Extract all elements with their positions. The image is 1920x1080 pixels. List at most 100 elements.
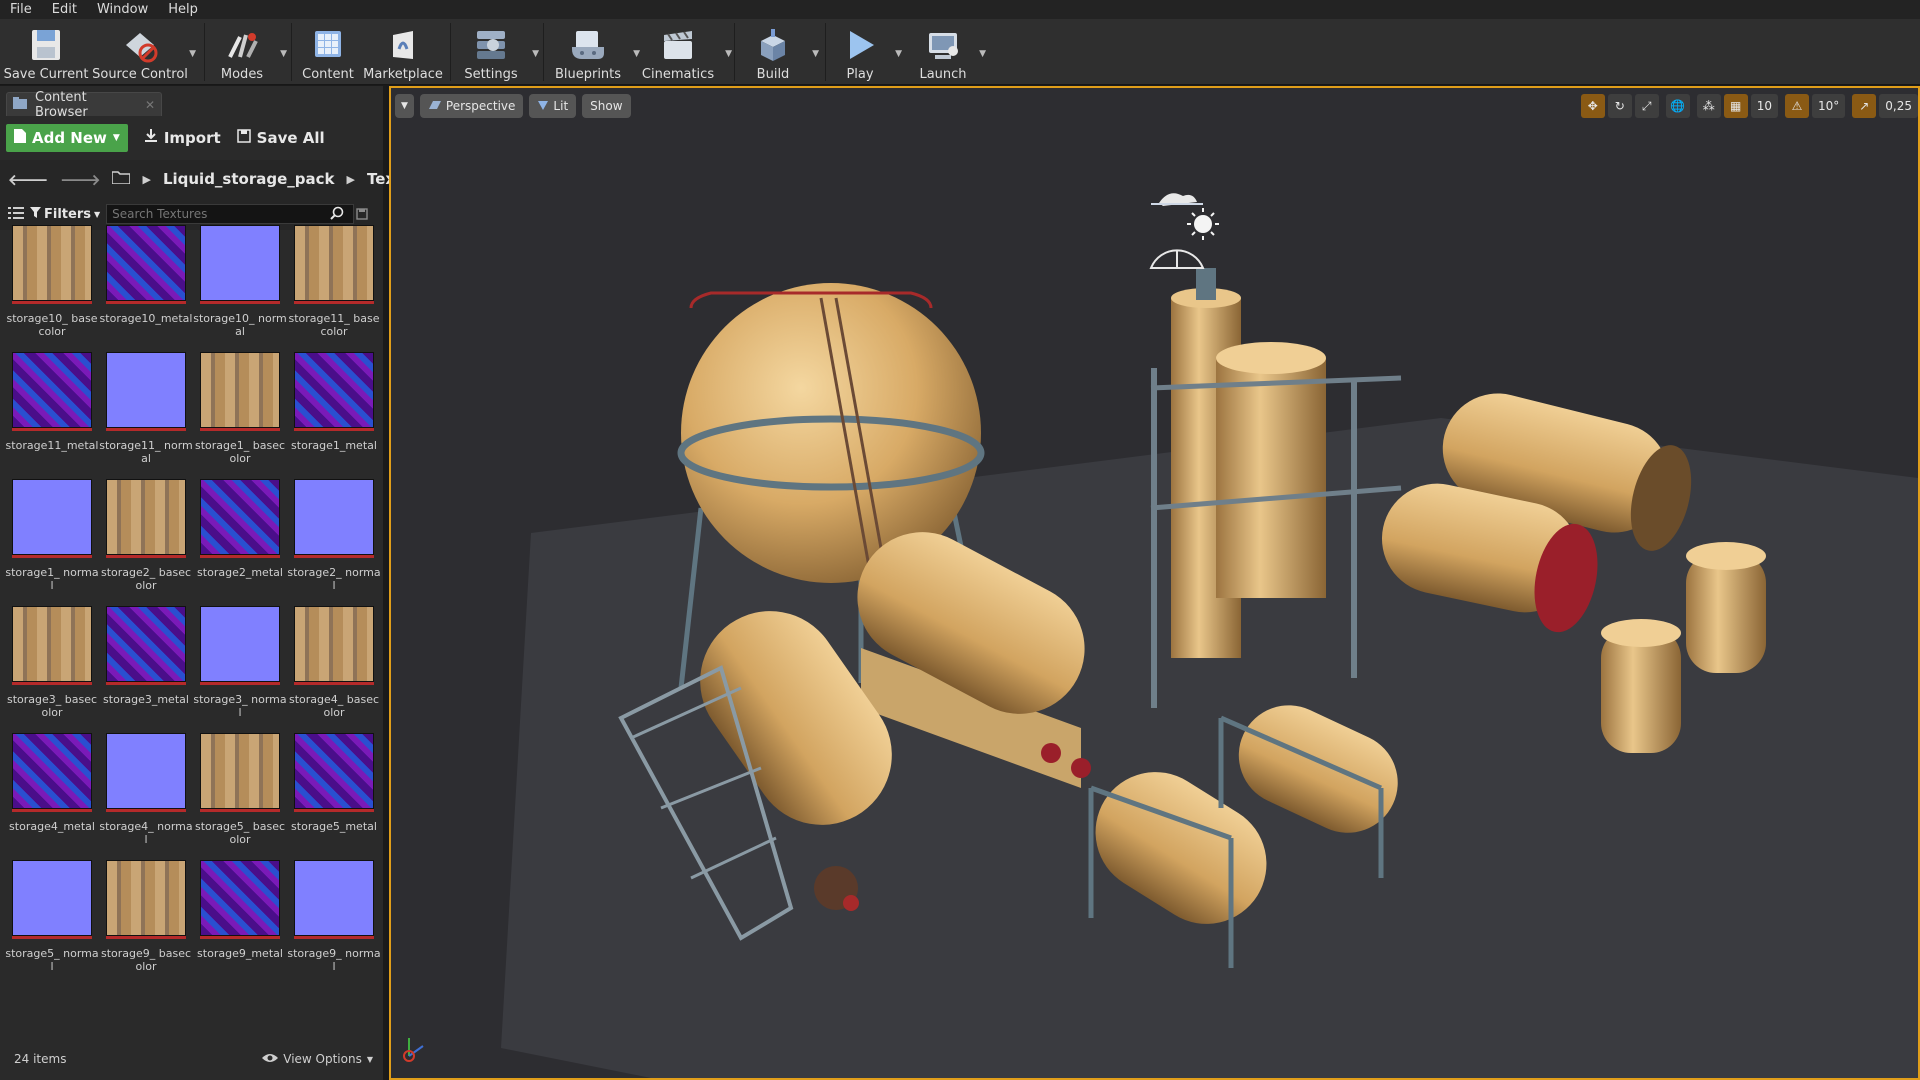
- chevron-down-icon[interactable]: ▼: [979, 49, 986, 59]
- tab-content-browser[interactable]: Content Browser ✕: [6, 90, 162, 120]
- lit-button[interactable]: Lit: [529, 94, 577, 118]
- viewport-toolbar-left: ▼ Perspective Lit Show: [395, 94, 631, 118]
- asset-tile[interactable]: storage3_metal: [98, 603, 192, 730]
- folder-icon: [13, 96, 27, 113]
- chevron-down-icon[interactable]: ▼: [812, 49, 819, 59]
- asset-tile[interactable]: storage5_ normal: [4, 857, 99, 984]
- rotation-snap-value[interactable]: 10°: [1812, 94, 1846, 118]
- menu-file[interactable]: File: [0, 2, 42, 17]
- asset-tile[interactable]: storage2_ normal: [286, 476, 381, 603]
- build-button[interactable]: Build ▼: [735, 19, 819, 85]
- grid-snap-icon[interactable]: ▦: [1723, 94, 1748, 118]
- scale-tool-icon[interactable]: ⤢: [1634, 94, 1659, 118]
- scale-snap-value[interactable]: 0,25: [1879, 94, 1918, 118]
- chevron-down-icon[interactable]: ▼: [895, 49, 902, 59]
- asset-tile[interactable]: storage5_ basecolor: [192, 730, 286, 857]
- sources-panel-toggle-icon[interactable]: [8, 205, 24, 224]
- view-options-button[interactable]: View Options ▼: [262, 1052, 373, 1066]
- grid-snap-value[interactable]: 10: [1750, 94, 1778, 118]
- breadcrumb-item-liquid-storage-pack[interactable]: Liquid_storage_pack: [163, 170, 335, 188]
- import-button[interactable]: Import: [144, 129, 221, 147]
- asset-type-bar: [200, 682, 280, 685]
- perspective-button[interactable]: Perspective: [419, 94, 524, 118]
- small-vertical-tank-mid[interactable]: [1601, 619, 1681, 753]
- asset-tile[interactable]: storage4_ normal: [98, 730, 193, 857]
- asset-tile[interactable]: storage10_ normal: [192, 222, 287, 349]
- small-vertical-tank-right[interactable]: [1686, 542, 1766, 673]
- asset-tile[interactable]: storage2_metal: [192, 476, 286, 603]
- asset-tile[interactable]: storage3_ basecolor: [4, 603, 98, 730]
- launch-button[interactable]: Launch ▼: [908, 19, 986, 85]
- cinematics-button[interactable]: Cinematics ▼: [632, 19, 732, 85]
- sky-light-icon[interactable]: [1151, 193, 1203, 206]
- asset-name: storage4_metal: [9, 820, 95, 833]
- asset-tile[interactable]: storage9_ normal: [286, 857, 381, 984]
- filters-button[interactable]: Filters ▼: [30, 206, 100, 222]
- menu-help[interactable]: Help: [158, 2, 208, 17]
- asset-tile[interactable]: storage3_ normal: [192, 603, 287, 730]
- lit-label: Lit: [553, 99, 569, 113]
- asset-type-bar: [294, 682, 374, 685]
- asset-name: storage9_ basecolor: [100, 947, 192, 973]
- texture-thumbnail: [294, 479, 374, 555]
- chevron-down-icon[interactable]: ▼: [189, 49, 196, 59]
- search-input[interactable]: [106, 204, 355, 224]
- asset-tile[interactable]: storage9_ basecolor: [98, 857, 192, 984]
- rotate-tool-icon[interactable]: ↻: [1607, 94, 1632, 118]
- asset-tile[interactable]: storage4_metal: [4, 730, 98, 857]
- asset-name: storage9_ normal: [287, 947, 381, 973]
- marketplace-button[interactable]: Marketplace: [363, 19, 443, 85]
- rotation-snap-icon[interactable]: ⚠: [1785, 94, 1809, 118]
- surface-snap-icon[interactable]: ⁂: [1696, 94, 1721, 118]
- perspective-label: Perspective: [445, 99, 516, 113]
- asset-tile[interactable]: storage10_metal: [98, 222, 192, 349]
- asset-tile[interactable]: storage11_ normal: [98, 349, 193, 476]
- show-button[interactable]: Show: [582, 94, 631, 118]
- marketplace-icon: [383, 25, 423, 65]
- save-search-icon[interactable]: [356, 205, 368, 224]
- asset-tile[interactable]: storage4_ basecolor: [286, 603, 380, 730]
- asset-tile[interactable]: storage1_metal: [286, 349, 380, 476]
- chevron-down-icon[interactable]: ▼: [532, 49, 539, 59]
- source-control-button[interactable]: Source Control ▼: [92, 19, 196, 85]
- world-space-icon[interactable]: 🌐: [1665, 94, 1690, 118]
- translate-tool-icon[interactable]: ✥: [1580, 94, 1605, 118]
- viewport-scene[interactable]: [391, 88, 1918, 1078]
- asset-name: storage9_metal: [197, 947, 283, 960]
- asset-type-bar: [12, 809, 92, 812]
- back-arrow-icon[interactable]: 🡐: [8, 170, 48, 189]
- chevron-down-icon[interactable]: ▼: [725, 49, 732, 59]
- folder-icon[interactable]: [111, 170, 132, 188]
- asset-tile[interactable]: storage11_metal: [4, 349, 98, 476]
- chevron-down-icon[interactable]: ▼: [280, 49, 287, 59]
- forward-arrow-icon[interactable]: 🡒: [60, 170, 100, 189]
- source-control-icon: [120, 25, 160, 65]
- menu-window[interactable]: Window: [87, 2, 158, 17]
- search-icon[interactable]: [330, 205, 344, 224]
- viewport-options-button[interactable]: ▼: [395, 94, 414, 118]
- level-viewport[interactable]: ▼ Perspective Lit Show ✥ ↻ ⤢ 🌐 ⁂ ▦ 10 ⚠ …: [389, 86, 1920, 1080]
- settings-button[interactable]: Settings ▼: [451, 19, 539, 85]
- add-new-button[interactable]: Add New ▼: [6, 124, 128, 152]
- content-button[interactable]: Content: [292, 19, 364, 85]
- menu-edit[interactable]: Edit: [42, 2, 87, 17]
- texture-thumbnail: [294, 733, 374, 809]
- asset-tile[interactable]: storage10_ basecolor: [4, 222, 98, 349]
- asset-type-bar: [12, 555, 92, 558]
- play-icon: [840, 25, 880, 65]
- asset-tile[interactable]: storage1_ normal: [4, 476, 99, 603]
- modes-button[interactable]: Modes ▼: [205, 19, 287, 85]
- save-all-button[interactable]: Save All: [236, 129, 325, 147]
- asset-tile[interactable]: storage11_ basecolor: [286, 222, 380, 349]
- asset-tile[interactable]: storage2_ basecolor: [98, 476, 192, 603]
- scale-snap-icon[interactable]: ↗: [1852, 94, 1877, 118]
- asset-tile[interactable]: storage1_ basecolor: [192, 349, 286, 476]
- close-icon[interactable]: ✕: [145, 98, 155, 112]
- asset-tile[interactable]: storage9_metal: [192, 857, 286, 984]
- play-button[interactable]: Play ▼: [826, 19, 902, 85]
- blueprints-button[interactable]: Blueprints ▼: [544, 19, 640, 85]
- view-options-label: View Options: [283, 1052, 362, 1066]
- directional-light-icon[interactable]: [1149, 208, 1219, 269]
- asset-tile[interactable]: storage5_metal: [286, 730, 380, 857]
- save-current-button[interactable]: Save Current: [0, 19, 92, 85]
